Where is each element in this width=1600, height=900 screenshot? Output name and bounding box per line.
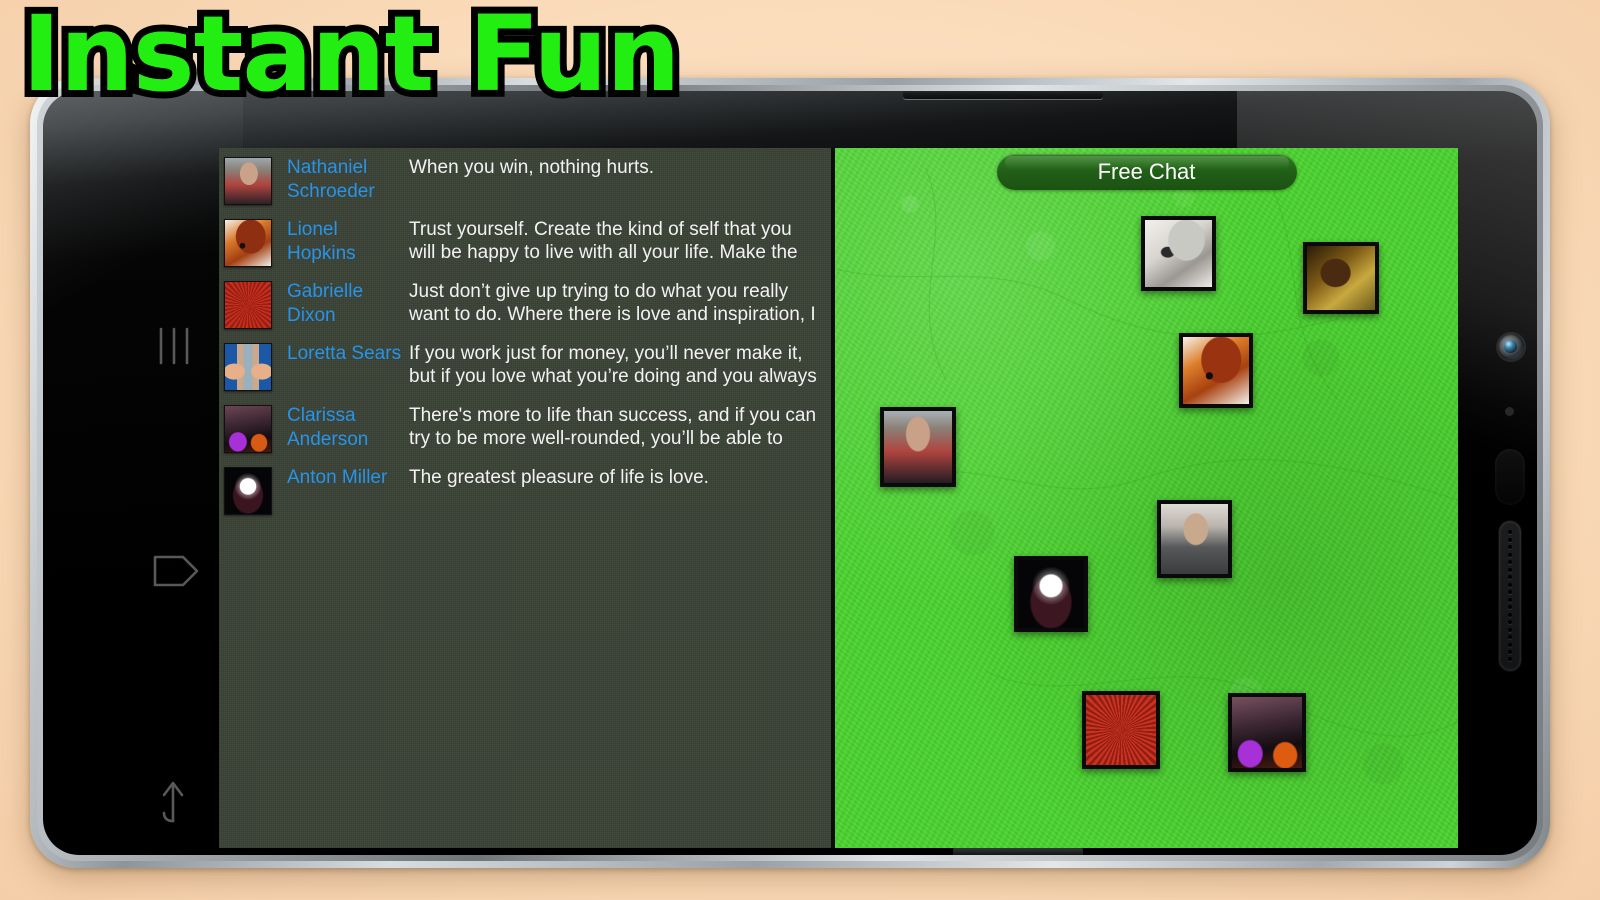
phone-screen: Nathaniel Schroeder When you win, nothin…: [219, 148, 1458, 848]
avatar-mirrored-portrait[interactable]: [224, 343, 272, 391]
earpiece-recess: [1495, 449, 1525, 505]
list-item-message: When you win, nothing hurts.: [409, 157, 655, 178]
tile-anonymous-mask[interactable]: [1014, 556, 1088, 632]
front-camera-icon: [1498, 334, 1524, 360]
proximity-sensor-icon: [1505, 407, 1514, 416]
list-item[interactable]: Nathaniel Schroeder When you win, nothin…: [219, 148, 831, 210]
list-item[interactable]: Gabrielle Dixon Just don’t give up tryin…: [219, 272, 831, 334]
photo-canvas-panel[interactable]: Free Chat: [835, 148, 1458, 848]
list-item-name[interactable]: Loretta Sears: [287, 342, 409, 366]
list-item-message: The greatest pleasure of life is love.: [409, 467, 709, 488]
free-chat-label: Free Chat: [1097, 159, 1196, 184]
tile-orange-creature[interactable]: [1179, 333, 1253, 408]
promo-title-outline: Instant Fun: [15, 0, 687, 115]
avatar-woman-red-jacket[interactable]: [224, 157, 272, 205]
tile-red-sunburst[interactable]: [1082, 691, 1160, 769]
menu-icon[interactable]: [153, 323, 195, 369]
list-item-name[interactable]: Anton Miller: [287, 466, 409, 490]
tile-grayscale-face-profile[interactable]: [1141, 216, 1216, 291]
tile-dark-fantasy-art[interactable]: [1228, 693, 1306, 772]
bottom-edge-button[interactable]: [953, 847, 1083, 855]
tile-woman-red-jacket[interactable]: [880, 407, 956, 487]
phone-device: Nathaniel Schroeder When you win, nothin…: [30, 78, 1550, 868]
list-item-name[interactable]: Clarissa Anderson: [287, 404, 409, 452]
avatar-anonymous-mask[interactable]: [224, 467, 272, 515]
chat-list-panel[interactable]: Nathaniel Schroeder When you win, nothin…: [219, 148, 835, 848]
list-item-message: There's more to life than success, and i…: [409, 405, 817, 449]
avatar-red-sunburst[interactable]: [224, 281, 272, 329]
avatar-orange-creature[interactable]: [224, 219, 272, 267]
tile-sepia-portrait[interactable]: [1303, 242, 1379, 314]
bezel-glare-left: [43, 91, 243, 351]
avatar-dark-fantasy-art[interactable]: [224, 405, 272, 453]
list-item-name[interactable]: Lionel Hopkins: [287, 218, 409, 266]
list-item[interactable]: Clarissa Anderson There's more to life t…: [219, 396, 831, 458]
top-edge-button[interactable]: [903, 91, 1103, 99]
home-icon[interactable]: [147, 545, 203, 597]
list-item-name[interactable]: Nathaniel Schroeder: [287, 156, 409, 204]
tile-young-man-portrait[interactable]: [1157, 500, 1232, 578]
list-item[interactable]: Anton Miller The greatest pleasure of li…: [219, 458, 831, 520]
list-item[interactable]: Loretta Sears If you work just for money…: [219, 334, 831, 396]
free-chat-banner[interactable]: Free Chat: [996, 154, 1297, 190]
phone-front-face: Nathaniel Schroeder When you win, nothin…: [43, 91, 1537, 855]
camera-lens-icon: [1504, 340, 1517, 353]
list-item-message: Trust yourself. Create the kind of self …: [409, 219, 798, 263]
list-item-message: Just don’t give up trying to do what you…: [409, 281, 816, 325]
back-icon[interactable]: [151, 775, 195, 825]
earpiece-speaker-grille-icon: [1499, 521, 1521, 671]
list-item[interactable]: Lionel Hopkins Trust yourself. Create th…: [219, 210, 831, 272]
list-item-message: If you work just for money, you’ll never…: [409, 343, 817, 387]
list-item-name[interactable]: Gabrielle Dixon: [287, 280, 409, 328]
